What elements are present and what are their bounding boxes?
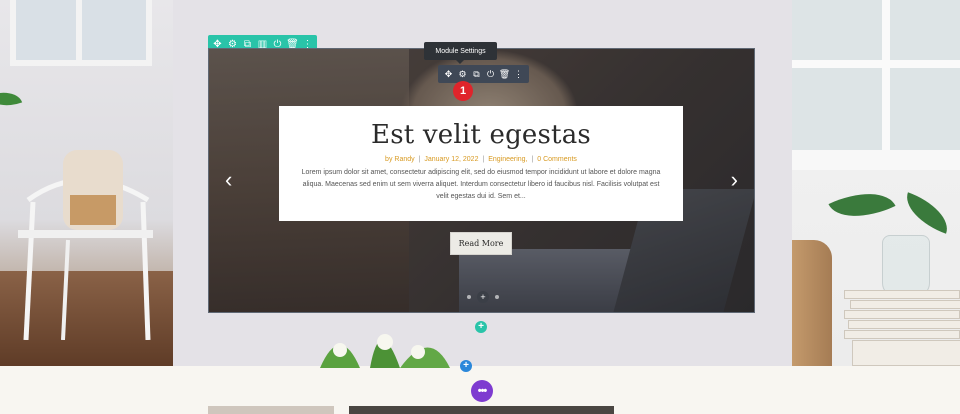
slide-content-card: Est velit egestas by Randy | January 12,… xyxy=(279,106,683,221)
duplicate-icon[interactable]: ⧉ xyxy=(470,65,483,83)
post-date: January 12, 2022 xyxy=(424,156,479,163)
add-section-button[interactable]: + xyxy=(460,360,472,372)
step-number-badge: 1 xyxy=(453,81,473,101)
window-illustration xyxy=(792,0,960,150)
meta-separator: | xyxy=(531,156,534,163)
plant-leaf-illustration xyxy=(828,178,896,232)
post-author[interactable]: by Randy xyxy=(385,156,415,163)
more-icon[interactable]: ⋮ xyxy=(512,65,525,83)
chair-illustration xyxy=(18,150,153,340)
module-settings-tooltip: Module Settings xyxy=(424,42,497,64)
slide-title[interactable]: Est velit egestas xyxy=(279,120,683,150)
books-illustration xyxy=(844,290,960,366)
page-settings-button[interactable]: ••• xyxy=(471,380,493,402)
window-illustration xyxy=(10,0,152,66)
post-thumbnail[interactable] xyxy=(208,406,334,414)
post-comments[interactable]: 0 Comments xyxy=(537,156,577,163)
post-thumbnail[interactable] xyxy=(349,406,614,414)
trash-icon[interactable]: 🗑 xyxy=(498,65,511,83)
read-more-button[interactable]: Read More xyxy=(450,232,512,255)
plant-leaf-illustration xyxy=(0,85,23,113)
basket-illustration xyxy=(792,240,832,366)
plant-leaf-illustration xyxy=(899,192,955,234)
shelf-illustration xyxy=(792,150,960,170)
previous-slide-arrow-icon[interactable]: ‹ xyxy=(225,169,232,191)
next-slide-arrow-icon[interactable]: › xyxy=(731,169,738,191)
meta-separator: | xyxy=(482,156,485,163)
pagination-dot-active[interactable]: + xyxy=(477,291,489,303)
flowers-illustration xyxy=(320,334,450,368)
background-photo-left xyxy=(0,0,173,366)
background-photo-right xyxy=(792,0,960,366)
pagination-dot[interactable] xyxy=(495,295,499,299)
post-category[interactable]: Engineering, xyxy=(488,156,527,163)
post-meta: by Randy | January 12, 2022 | Engineerin… xyxy=(279,156,683,163)
power-icon[interactable]: ⏻ xyxy=(484,65,497,83)
add-row-button[interactable]: + xyxy=(475,321,487,333)
vase-illustration xyxy=(882,235,930,297)
post-excerpt: Lorem ipsum dolor sit amet, consectetur … xyxy=(301,169,661,200)
pagination-dot[interactable] xyxy=(467,295,471,299)
move-icon[interactable]: ✥ xyxy=(442,65,455,83)
slider-pagination: + xyxy=(467,291,499,303)
module-toolbar: ✥ ⚙ ⧉ ⏻ 🗑 ⋮ xyxy=(438,65,529,83)
meta-separator: | xyxy=(418,156,421,163)
